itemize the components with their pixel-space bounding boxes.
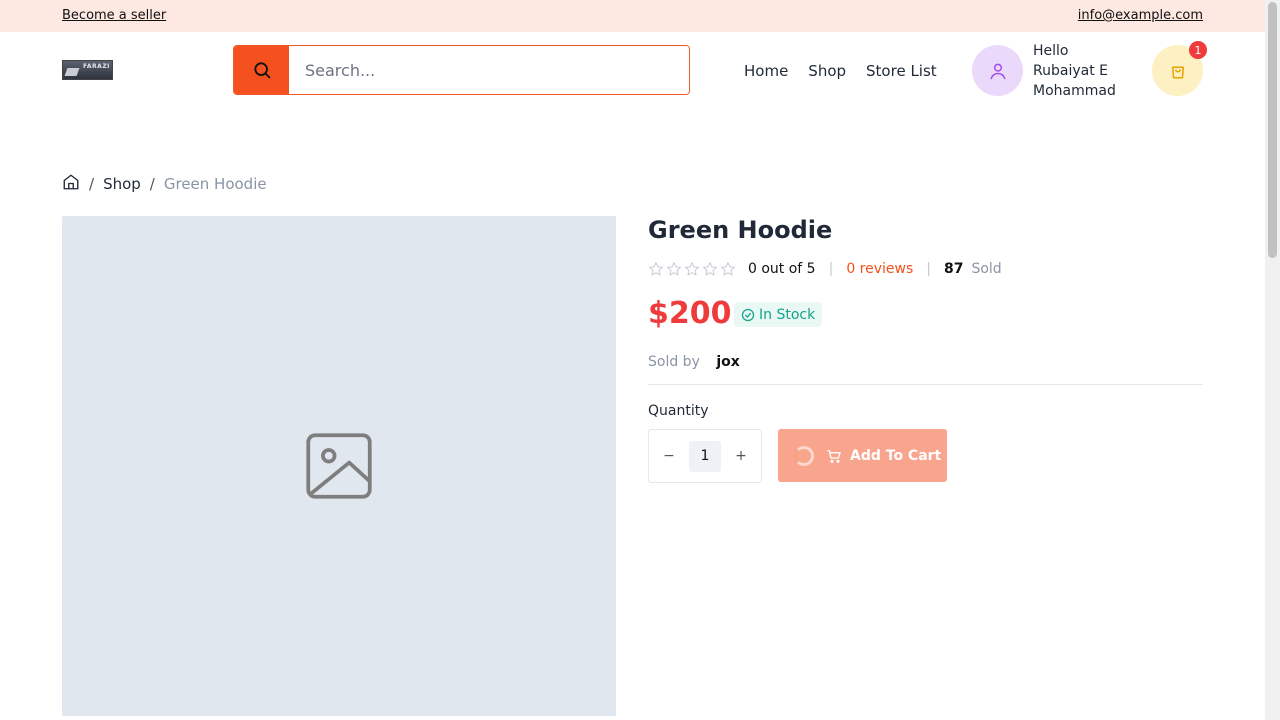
sold-label: Sold <box>971 261 1002 277</box>
stock-status: In Stock <box>759 306 816 323</box>
check-circle-icon <box>741 308 755 321</box>
logo-mark <box>64 68 80 76</box>
star-icon <box>649 262 663 276</box>
site-header: FARAZI Home Shop Store List Hello Rubaiy… <box>0 32 1265 110</box>
image-placeholder-icon <box>306 433 372 499</box>
home-icon <box>63 174 79 190</box>
breadcrumb-separator: / <box>149 175 155 193</box>
search-icon <box>253 62 270 79</box>
breadcrumb-current: Green Hoodie <box>163 175 267 193</box>
add-to-cart-button[interactable]: Add To Cart <box>778 429 947 482</box>
product-title: Green Hoodie <box>648 216 833 244</box>
quantity-label: Quantity <box>648 403 709 419</box>
quantity-stepper: − 1 + <box>648 429 762 483</box>
user-name: Rubaiyat E Mohammad <box>1033 63 1116 99</box>
home-breadcrumb[interactable] <box>62 173 80 195</box>
greeting-label: Hello <box>1033 43 1069 59</box>
reviews-link[interactable]: 0 reviews <box>846 261 913 277</box>
logo-text: FARAZI <box>83 63 110 70</box>
search-bar <box>233 45 690 95</box>
sold-by: Sold by jox <box>648 354 740 370</box>
section-divider <box>648 384 1203 385</box>
main-nav: Home Shop Store List <box>744 62 937 80</box>
increase-quantity-button[interactable]: + <box>731 446 751 466</box>
seller-name[interactable]: jox <box>716 354 739 370</box>
loading-spinner-icon <box>794 445 814 466</box>
nav-store-list[interactable]: Store List <box>866 62 937 80</box>
become-seller-link[interactable]: Become a seller <box>62 8 166 23</box>
cart-count-badge: 1 <box>1189 41 1207 59</box>
contact-email-link[interactable]: info@example.com <box>1078 8 1203 23</box>
search-input[interactable] <box>289 46 689 94</box>
user-avatar[interactable] <box>972 45 1023 96</box>
breadcrumb: / Shop / Green Hoodie <box>62 173 267 195</box>
star-icon <box>721 262 735 276</box>
add-to-cart-label: Add To Cart <box>850 447 942 464</box>
search-button[interactable] <box>234 46 289 94</box>
sold-by-label: Sold by <box>648 354 700 370</box>
nav-home[interactable]: Home <box>744 62 788 80</box>
star-icon <box>667 262 681 276</box>
nav-shop[interactable]: Shop <box>808 62 846 80</box>
divider: | <box>828 261 834 277</box>
divider: | <box>926 261 931 277</box>
breadcrumb-shop[interactable]: Shop <box>103 175 141 193</box>
cart-icon <box>827 449 841 463</box>
star-icon <box>685 262 699 276</box>
top-bar: Become a seller info@example.com <box>0 0 1265 32</box>
stock-badge: In Stock <box>734 302 823 327</box>
sold-count: 87 <box>943 261 964 277</box>
site-logo[interactable]: FARAZI <box>62 60 113 80</box>
star-icon <box>703 262 717 276</box>
quantity-value[interactable]: 1 <box>689 441 721 472</box>
shopping-bag-icon <box>1171 66 1184 78</box>
breadcrumb-separator: / <box>89 175 95 193</box>
rating-text: 0 out of 5 <box>748 261 816 277</box>
rating-row: 0 out of 5 | 0 reviews | 87 Sold <box>648 261 1002 277</box>
scrollbar-thumb[interactable] <box>1268 2 1277 258</box>
product-image[interactable] <box>62 216 616 716</box>
decrease-quantity-button[interactable]: − <box>659 446 679 466</box>
user-icon <box>990 63 1005 79</box>
rating-stars <box>648 261 736 277</box>
product-price: $200 <box>648 296 732 331</box>
user-greeting[interactable]: Hello Rubaiyat E Mohammad <box>1033 41 1153 101</box>
page-scrollbar[interactable] <box>1265 0 1280 720</box>
